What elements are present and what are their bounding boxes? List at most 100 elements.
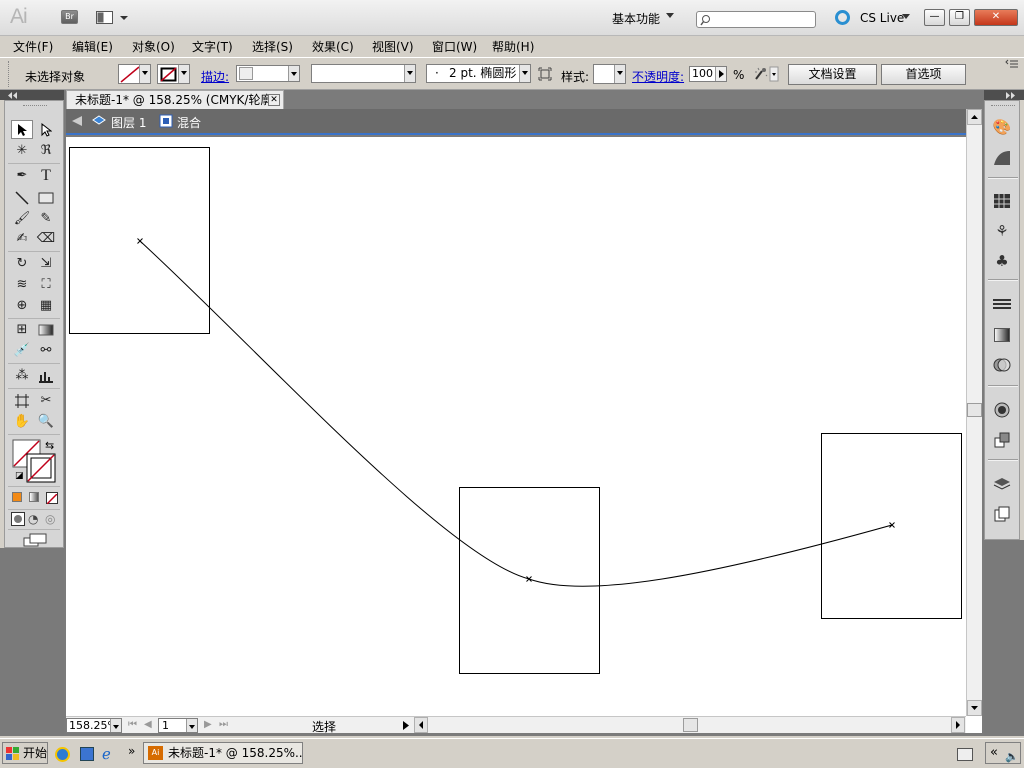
- menu-effect[interactable]: 效果(C): [312, 38, 354, 55]
- color-guide-icon[interactable]: [991, 148, 1013, 168]
- document-setup-button[interactable]: 文档设置: [788, 64, 877, 85]
- chevron-down-icon[interactable]: [614, 65, 625, 83]
- chevron-down-icon[interactable]: [288, 66, 299, 81]
- opacity-field[interactable]: 100: [689, 66, 727, 82]
- scroll-thumb[interactable]: [967, 403, 982, 417]
- start-button[interactable]: 开始: [2, 742, 48, 764]
- symbols-panel-icon[interactable]: ♣: [991, 251, 1013, 271]
- grip[interactable]: [8, 61, 11, 87]
- breadcrumb-layer[interactable]: 图层 1: [111, 114, 146, 131]
- grip[interactable]: [23, 105, 47, 107]
- rotate-tool-icon[interactable]: ↻: [11, 254, 33, 273]
- chevron-down-icon[interactable]: [186, 719, 197, 732]
- chevron-down-icon[interactable]: [902, 14, 910, 19]
- blend-tool-icon[interactable]: ⚯: [35, 341, 57, 360]
- fill-stroke-swatches[interactable]: [12, 439, 56, 483]
- align-icon[interactable]: [538, 67, 552, 81]
- collapse-right-icon[interactable]: [1005, 92, 1015, 99]
- zoom-field[interactable]: 158.25%: [66, 718, 122, 733]
- search-input[interactable]: [696, 11, 816, 28]
- chevron-down-icon[interactable]: [110, 719, 121, 732]
- menu-help[interactable]: 帮助(H): [492, 38, 534, 55]
- page-field[interactable]: 1: [158, 718, 198, 733]
- swap-fill-stroke-icon[interactable]: ⇆: [45, 439, 54, 452]
- pen-tool-icon[interactable]: ✒: [11, 166, 33, 185]
- symbol-sprayer-tool-icon[interactable]: ⁂: [11, 366, 33, 385]
- color-panel-icon[interactable]: 🎨: [991, 117, 1013, 137]
- screen-mode-icon[interactable]: [23, 533, 47, 547]
- eyedropper-tool-icon[interactable]: 💉: [11, 341, 33, 360]
- magic-wand-tool-icon[interactable]: ✳: [11, 141, 33, 160]
- opacity-label[interactable]: 不透明度:: [632, 68, 684, 85]
- grip[interactable]: [991, 105, 1015, 107]
- app-quicklaunch-icon[interactable]: [80, 747, 94, 761]
- prev-page-icon[interactable]: ◀: [144, 719, 152, 730]
- horizontal-scroll-thumb[interactable]: [683, 718, 698, 732]
- stroke-swatch[interactable]: [157, 64, 190, 84]
- close-icon[interactable]: ✕: [268, 94, 280, 106]
- pencil-tool-icon[interactable]: ✎: [35, 209, 57, 228]
- menu-edit[interactable]: 编辑(E): [72, 38, 113, 55]
- blob-brush-tool-icon[interactable]: ✍: [11, 229, 33, 248]
- appearance-panel-icon[interactable]: [991, 400, 1013, 420]
- layers-panel-icon[interactable]: [991, 474, 1013, 494]
- eraser-tool-icon[interactable]: ⌫: [35, 229, 57, 248]
- artboards-panel-icon[interactable]: [991, 504, 1013, 524]
- close-button[interactable]: ✕: [974, 9, 1018, 26]
- menu-file[interactable]: 文件(F): [13, 38, 53, 55]
- blend-spine-path[interactable]: [139, 240, 893, 587]
- draw-behind-icon[interactable]: ◔: [28, 512, 38, 526]
- minimize-button[interactable]: —: [924, 9, 945, 26]
- preferences-button[interactable]: 首选项: [881, 64, 966, 85]
- stroke-weight-field[interactable]: [236, 65, 300, 82]
- cs-live-label[interactable]: CS Live: [860, 11, 904, 25]
- workspace-switcher[interactable]: 基本功能: [612, 10, 660, 27]
- taskbar-item-illustrator[interactable]: Ai 未标题-1* @ 158.25%...: [143, 742, 303, 764]
- default-fill-stroke-icon[interactable]: ◪: [15, 471, 24, 481]
- lasso-tool-icon[interactable]: ℜ: [35, 141, 57, 160]
- stepper-icon[interactable]: [239, 67, 253, 80]
- gradient-panel-icon[interactable]: [991, 325, 1013, 345]
- line-tool-icon[interactable]: [11, 188, 33, 207]
- hand-tool-icon[interactable]: ✋: [11, 412, 33, 431]
- scroll-left-button[interactable]: [414, 717, 428, 733]
- menu-view[interactable]: 视图(V): [372, 38, 414, 55]
- graph-tool-icon[interactable]: [35, 366, 57, 385]
- draw-inside-icon[interactable]: ◎: [45, 512, 55, 526]
- scroll-down-button[interactable]: [967, 700, 982, 716]
- bridge-button[interactable]: Br: [61, 10, 78, 24]
- back-arrow-icon[interactable]: [70, 115, 84, 127]
- menu-window[interactable]: 窗口(W): [432, 38, 477, 55]
- warp-tool-icon[interactable]: ≋: [11, 275, 33, 294]
- chevron-down-icon[interactable]: [404, 65, 415, 82]
- browser-quicklaunch-icon[interactable]: [55, 747, 70, 762]
- breadcrumb-group[interactable]: 混合: [177, 114, 201, 131]
- cs-live-icon[interactable]: [835, 10, 850, 25]
- artboard-tool-icon[interactable]: [11, 391, 33, 410]
- tray-expand-button[interactable]: « 🔈: [985, 742, 1021, 764]
- color-mode-icon[interactable]: [12, 492, 22, 502]
- status-text[interactable]: 选择: [312, 718, 336, 735]
- last-page-icon[interactable]: ⏭: [219, 719, 228, 730]
- scale-tool-icon[interactable]: ⇲: [35, 254, 57, 273]
- transparency-panel-icon[interactable]: [991, 355, 1013, 375]
- none-mode-icon[interactable]: [46, 492, 58, 505]
- rectangle-middle[interactable]: [459, 487, 600, 674]
- scroll-up-button[interactable]: [967, 109, 982, 125]
- slice-tool-icon[interactable]: ✂: [35, 391, 57, 410]
- scroll-right-button[interactable]: [951, 717, 965, 733]
- recolor-artwork-icon[interactable]: [753, 66, 779, 82]
- chevron-down-icon[interactable]: [139, 65, 150, 83]
- stroke-label[interactable]: 描边:: [201, 68, 229, 85]
- zoom-tool-icon[interactable]: 🔍: [35, 412, 57, 431]
- brushes-panel-icon[interactable]: ⚘: [991, 221, 1013, 241]
- menu-object[interactable]: 对象(O): [132, 38, 175, 55]
- selection-tool-icon[interactable]: [11, 120, 33, 139]
- artboard-canvas[interactable]: [66, 137, 966, 716]
- quicklaunch-more-icon[interactable]: »: [128, 744, 135, 758]
- chevron-down-icon[interactable]: [666, 13, 674, 18]
- volume-icon[interactable]: 🔈: [1005, 747, 1019, 767]
- shape-builder-tool-icon[interactable]: ⊕: [11, 296, 33, 315]
- graphic-styles-panel-icon[interactable]: [991, 430, 1013, 450]
- fill-swatch[interactable]: [118, 64, 151, 84]
